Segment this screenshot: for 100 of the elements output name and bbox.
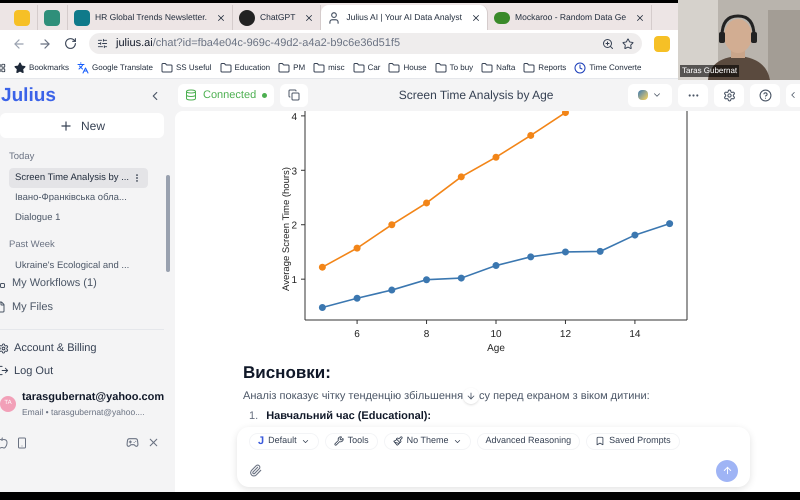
bookmark-item[interactable]: SS Useful [160, 62, 212, 74]
tick-label: 3 [291, 166, 297, 178]
logo: Julius [1, 84, 56, 108]
bookmark-item[interactable]: To buy [434, 62, 474, 74]
tab-title: HR Global Trends Newsletter. [95, 11, 207, 24]
data-point [354, 244, 361, 252]
paragraph-text: Аналіз показує чітку тенденцію збільшення [243, 388, 464, 404]
arrow-down-icon [466, 390, 476, 401]
data-point [492, 154, 500, 161]
settings-icon [0, 342, 9, 354]
chat-item[interactable]: Ukraine's Ecological and ... [9, 256, 148, 271]
composer-chip[interactable]: Advanced Reasoning [476, 432, 580, 450]
settings-button[interactable] [714, 84, 744, 106]
data-point [492, 262, 500, 270]
attach-icon[interactable] [249, 464, 262, 477]
back-icon[interactable] [12, 36, 26, 50]
paragraph-text: су перед екраном з віком дитини: [479, 388, 650, 404]
python-icon [638, 90, 648, 100]
plus-icon [58, 118, 73, 132]
bookmark-item[interactable]: Google Translate [77, 62, 153, 74]
bookmark-item[interactable]: Bookmarks [14, 62, 70, 74]
data-point [631, 232, 638, 239]
translate-icon [77, 62, 90, 74]
tick-label: 4 [291, 112, 297, 123]
x-logo-icon[interactable] [147, 436, 160, 450]
data-point [354, 294, 361, 302]
chat-item[interactable]: Screen Time Analysis by ... [9, 168, 148, 188]
bookmark-item[interactable]: House [388, 62, 427, 74]
tab-title: Julius AI | Your AI Data Analyst [346, 11, 462, 24]
folder-icon [220, 62, 232, 74]
database-icon [185, 89, 197, 101]
close-icon[interactable] [471, 12, 482, 22]
folder-icon [434, 62, 447, 74]
data-point [423, 199, 430, 206]
site-info-icon[interactable] [97, 38, 108, 49]
tick-label: 6 [354, 329, 360, 340]
app-icon [44, 10, 60, 26]
copy-button[interactable] [280, 84, 308, 106]
app-icon [14, 10, 30, 26]
nav-item[interactable]: My Files [0, 298, 172, 315]
composer-chip[interactable]: No Theme [384, 432, 471, 450]
close-icon[interactable] [304, 12, 314, 22]
logout-icon [0, 365, 9, 376]
chat-item[interactable]: Івано-Франківська обла... [9, 188, 148, 208]
app-icon [74, 10, 90, 26]
close-icon[interactable] [216, 12, 226, 22]
nav-item[interactable]: Log Out [0, 362, 172, 379]
new-button[interactable]: New [0, 113, 164, 138]
app-icon [238, 10, 255, 26]
help-button[interactable] [750, 84, 780, 106]
forward-icon[interactable] [38, 36, 52, 50]
zoom-icon[interactable] [602, 38, 614, 50]
data-point [388, 286, 396, 294]
help-icon [758, 88, 772, 102]
chat-item[interactable]: Dialogue 1 [9, 208, 148, 228]
close-icon[interactable] [635, 12, 646, 22]
data-point [388, 221, 396, 228]
list-number: 1. [249, 409, 258, 424]
chat-title: Screen Time Analysis by Age [398, 87, 554, 104]
bookmark-item[interactable]: misc [313, 62, 345, 74]
tab-title: ChatGPT [260, 11, 296, 24]
scrollbar[interactable] [166, 175, 170, 272]
scroll-down-button[interactable] [463, 388, 480, 404]
data-point [458, 274, 465, 282]
list-item-text: Навчальний час (Educational): [266, 409, 432, 424]
bookmark-icon [595, 436, 606, 446]
tick-label: 10 [490, 329, 502, 340]
bookmark-item[interactable]: PM [278, 62, 306, 74]
browser-tab[interactable]: Julius AI | Your AI Data Analyst [321, 5, 488, 30]
folder-icon [388, 62, 400, 74]
folder-icon [352, 62, 365, 74]
bookmark-item[interactable]: Time Converte [574, 62, 642, 74]
address-bar[interactable]: julius.ai/chat?id=fba4e04c-969c-49d2-a4a2-b9c6e36d51f5 [89, 33, 642, 54]
nav-item[interactable]: My Workflows (1) [0, 275, 172, 292]
composer-chip[interactable]: Saved Prompts [586, 432, 680, 450]
bookmark-item[interactable]: Nafta [481, 62, 516, 74]
tick-label: 14 [629, 329, 640, 340]
participant-name: Taras Gubernat [680, 65, 740, 77]
arrow-up-icon [722, 465, 732, 476]
leaf-icon [494, 12, 510, 24]
bookmark-item[interactable]: Education [220, 62, 270, 74]
folder-icon [278, 62, 290, 74]
bookmark-star-icon[interactable] [622, 38, 634, 50]
composer-chip[interactable]: Tools [324, 432, 378, 450]
copy-icon [288, 89, 300, 101]
bookmark-item[interactable]: Car [352, 62, 380, 74]
section-heading: Висновки: [243, 362, 332, 384]
data-point [666, 220, 674, 228]
bookmark-item[interactable]: Reports [523, 62, 566, 74]
composer-chip[interactable]: J Default [249, 432, 319, 450]
wrench-icon [334, 436, 344, 446]
folder-icon [481, 62, 494, 74]
axis-label: Average Screen Time (hours) [281, 167, 292, 291]
reload-icon[interactable] [64, 37, 77, 50]
message-composer[interactable]: J Default Tools No Theme Advanced Reasoning Saved Prompts [237, 426, 750, 486]
tick-label: 12 [560, 329, 572, 340]
nav-item[interactable]: Account & Billing [0, 340, 172, 356]
model-letter: J [258, 434, 264, 449]
language-dropdown[interactable] [628, 84, 672, 106]
data-point [318, 264, 326, 271]
